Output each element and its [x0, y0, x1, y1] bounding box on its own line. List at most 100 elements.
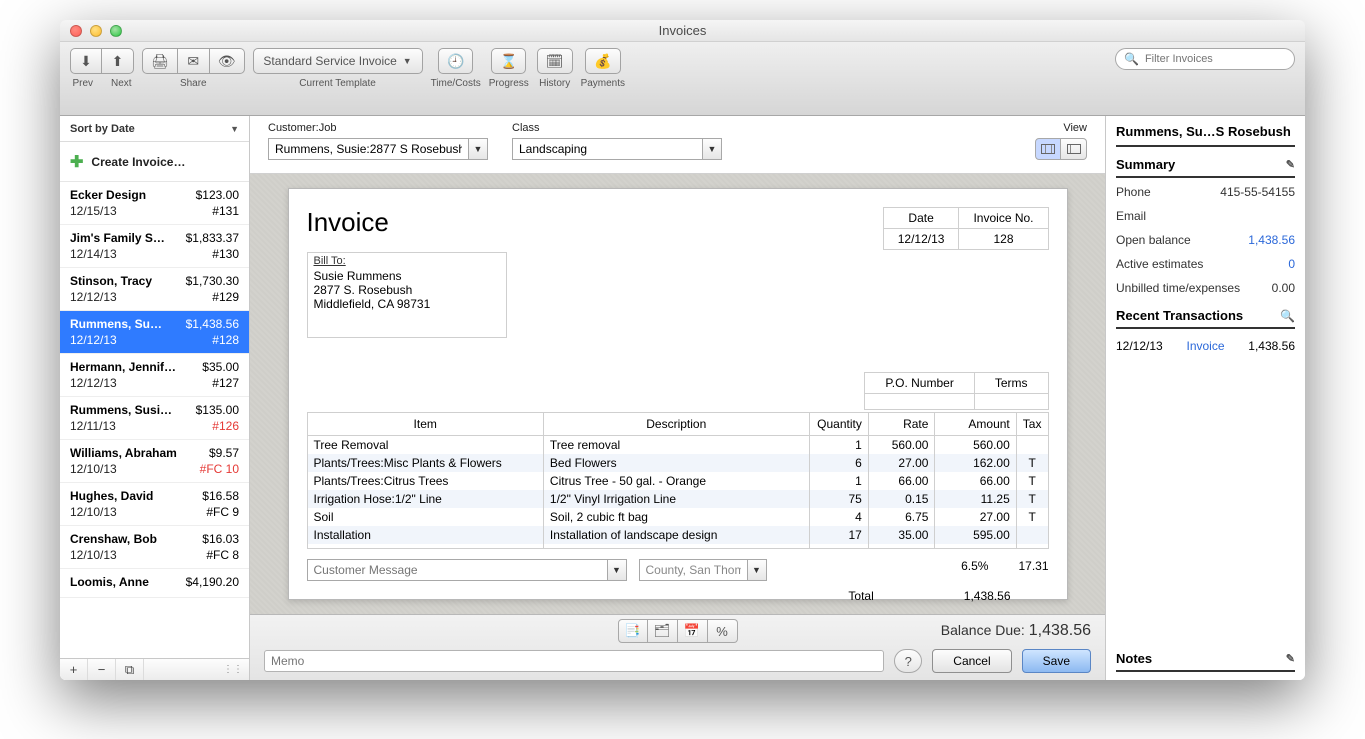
cell-desc[interactable]: Installation of landscape design: [543, 526, 809, 544]
cell-item[interactable]: Tree Removal: [307, 436, 543, 455]
list-item[interactable]: Jim's Family S…$1,833.3712/14/13#130: [60, 225, 249, 268]
chevron-down-icon[interactable]: ▼: [607, 559, 627, 581]
table-row[interactable]: Plants/Trees:Misc Plants & FlowersBed Fl…: [307, 454, 1048, 472]
next-button[interactable]: ⬆: [102, 48, 134, 74]
cell-qty[interactable]: 4: [809, 508, 868, 526]
cell-rate[interactable]: 560.00: [868, 436, 935, 455]
chevron-down-icon[interactable]: ▼: [747, 559, 767, 581]
edit-icon[interactable]: ✎: [1286, 652, 1295, 665]
search-input[interactable]: [1145, 53, 1286, 65]
cell-amt[interactable]: 66.00: [935, 472, 1016, 490]
cell-desc[interactable]: Tree removal: [543, 436, 809, 455]
customer-job-input[interactable]: [268, 138, 468, 160]
cell-item[interactable]: [307, 544, 543, 549]
cell-tax[interactable]: T: [1016, 472, 1048, 490]
cell-rate[interactable]: 6.75: [868, 508, 935, 526]
cell-desc[interactable]: Citrus Tree - 50 gal. - Orange: [543, 472, 809, 490]
payments-button[interactable]: 💰: [585, 48, 620, 74]
po-value[interactable]: [865, 394, 974, 410]
duplicate-button[interactable]: ⧉: [116, 659, 144, 680]
cell-qty[interactable]: 17: [809, 526, 868, 544]
cell-rate[interactable]: 35.00: [868, 526, 935, 544]
line-items-table[interactable]: Item Description Quantity Rate Amount Ta…: [307, 412, 1049, 549]
tool-button-1[interactable]: 📑: [618, 619, 648, 643]
tool-button-2[interactable]: 🗂: [648, 619, 678, 643]
invno-value[interactable]: 128: [959, 229, 1048, 250]
add-button[interactable]: +: [60, 659, 88, 680]
class-dropdown[interactable]: ▼: [512, 138, 722, 160]
cell-qty[interactable]: 1: [809, 436, 868, 455]
list-item[interactable]: Ecker Design$123.0012/15/13#131: [60, 182, 249, 225]
list-item[interactable]: Rummens, Susi…$135.0012/11/13#126: [60, 397, 249, 440]
cell-tax[interactable]: T: [1016, 490, 1048, 508]
edit-icon[interactable]: ✎: [1286, 158, 1295, 171]
table-row[interactable]: [307, 544, 1048, 549]
activeest-value[interactable]: 0: [1288, 257, 1295, 271]
openbal-value[interactable]: 1,438.56: [1248, 233, 1295, 247]
list-item[interactable]: Hughes, David$16.5812/10/13#FC 9: [60, 483, 249, 526]
cell-amt[interactable]: 560.00: [935, 436, 1016, 455]
trx-type-link[interactable]: Invoice: [1186, 339, 1224, 353]
prev-button[interactable]: ⬇: [70, 48, 102, 74]
cancel-button[interactable]: Cancel: [932, 649, 1011, 673]
tool-button-3[interactable]: 📅: [678, 619, 708, 643]
class-input[interactable]: [512, 138, 702, 160]
cell-amt[interactable]: 595.00: [935, 526, 1016, 544]
cell-desc[interactable]: Soil, 2 cubic ft bag: [543, 508, 809, 526]
chevron-down-icon[interactable]: ▼: [702, 138, 722, 160]
document-area[interactable]: Invoice Bill To: Susie Rummens 2877 S. R…: [250, 174, 1105, 614]
cell-amt[interactable]: [935, 544, 1016, 549]
sort-by-button[interactable]: Sort by Date ▼: [60, 116, 249, 142]
list-item[interactable]: Hermann, Jennif…$35.0012/12/13#127: [60, 354, 249, 397]
table-row[interactable]: Plants/Trees:Citrus TreesCitrus Tree - 5…: [307, 472, 1048, 490]
table-row[interactable]: InstallationInstallation of landscape de…: [307, 526, 1048, 544]
list-item[interactable]: Williams, Abraham$9.5712/10/13#FC 10: [60, 440, 249, 483]
table-row[interactable]: Irrigation Hose:1/2" Line1/2" Vinyl Irri…: [307, 490, 1048, 508]
cell-amt[interactable]: 27.00: [935, 508, 1016, 526]
help-button[interactable]: ?: [894, 649, 922, 673]
cell-desc[interactable]: [543, 544, 809, 549]
cell-rate[interactable]: 27.00: [868, 454, 935, 472]
remove-button[interactable]: −: [88, 659, 116, 680]
billto-box[interactable]: Bill To: Susie Rummens 2877 S. Rosebush …: [307, 252, 507, 338]
cell-item[interactable]: Plants/Trees:Citrus Trees: [307, 472, 543, 490]
cell-item[interactable]: Soil: [307, 508, 543, 526]
recent-transaction-row[interactable]: 12/12/13 Invoice 1,438.56: [1116, 333, 1295, 359]
cell-rate[interactable]: 0.15: [868, 490, 935, 508]
list-item[interactable]: Loomis, Anne$4,190.20: [60, 569, 249, 598]
tax-item-dropdown[interactable]: ▼: [639, 559, 767, 581]
cell-tax[interactable]: T: [1016, 454, 1048, 472]
template-dropdown[interactable]: Standard Service Invoice ▼: [253, 48, 423, 74]
cell-desc[interactable]: Bed Flowers: [543, 454, 809, 472]
cell-tax[interactable]: [1016, 526, 1048, 544]
percent-button[interactable]: %: [708, 619, 738, 643]
list-item[interactable]: Stinson, Tracy$1,730.3012/12/13#129: [60, 268, 249, 311]
email-button[interactable]: ✉: [178, 48, 210, 74]
cell-qty[interactable]: 6: [809, 454, 868, 472]
cell-qty[interactable]: 75: [809, 490, 868, 508]
customer-message-dropdown[interactable]: ▼: [307, 559, 627, 581]
cell-rate[interactable]: [868, 544, 935, 549]
cell-tax[interactable]: [1016, 436, 1048, 455]
preview-button[interactable]: 👁: [210, 48, 245, 74]
create-invoice-button[interactable]: ✚ Create Invoice…: [60, 142, 249, 182]
date-value[interactable]: 12/12/13: [883, 229, 959, 250]
cell-rate[interactable]: 66.00: [868, 472, 935, 490]
filter-invoices-search[interactable]: 🔍: [1115, 48, 1295, 70]
cell-tax[interactable]: T: [1016, 508, 1048, 526]
cell-amt[interactable]: 11.25: [935, 490, 1016, 508]
view-with-right-panel-button[interactable]: [1035, 138, 1061, 160]
timecosts-button[interactable]: 🕘: [438, 48, 473, 74]
save-button[interactable]: Save: [1022, 649, 1091, 673]
table-row[interactable]: SoilSoil, 2 cubic ft bag46.7527.00T: [307, 508, 1048, 526]
view-no-right-panel-button[interactable]: [1061, 138, 1087, 160]
table-row[interactable]: Tree RemovalTree removal1560.00560.00: [307, 436, 1048, 455]
list-item[interactable]: Rummens, Su…$1,438.5612/12/13#128: [60, 311, 249, 354]
invoice-list[interactable]: Ecker Design$123.0012/15/13#131Jim's Fam…: [60, 182, 249, 658]
list-item[interactable]: Crenshaw, Bob$16.0312/10/13#FC 8: [60, 526, 249, 569]
cell-amt[interactable]: 162.00: [935, 454, 1016, 472]
cell-item[interactable]: Irrigation Hose:1/2" Line: [307, 490, 543, 508]
customer-message-input[interactable]: [307, 559, 607, 581]
cell-item[interactable]: Plants/Trees:Misc Plants & Flowers: [307, 454, 543, 472]
cell-qty[interactable]: 1: [809, 472, 868, 490]
